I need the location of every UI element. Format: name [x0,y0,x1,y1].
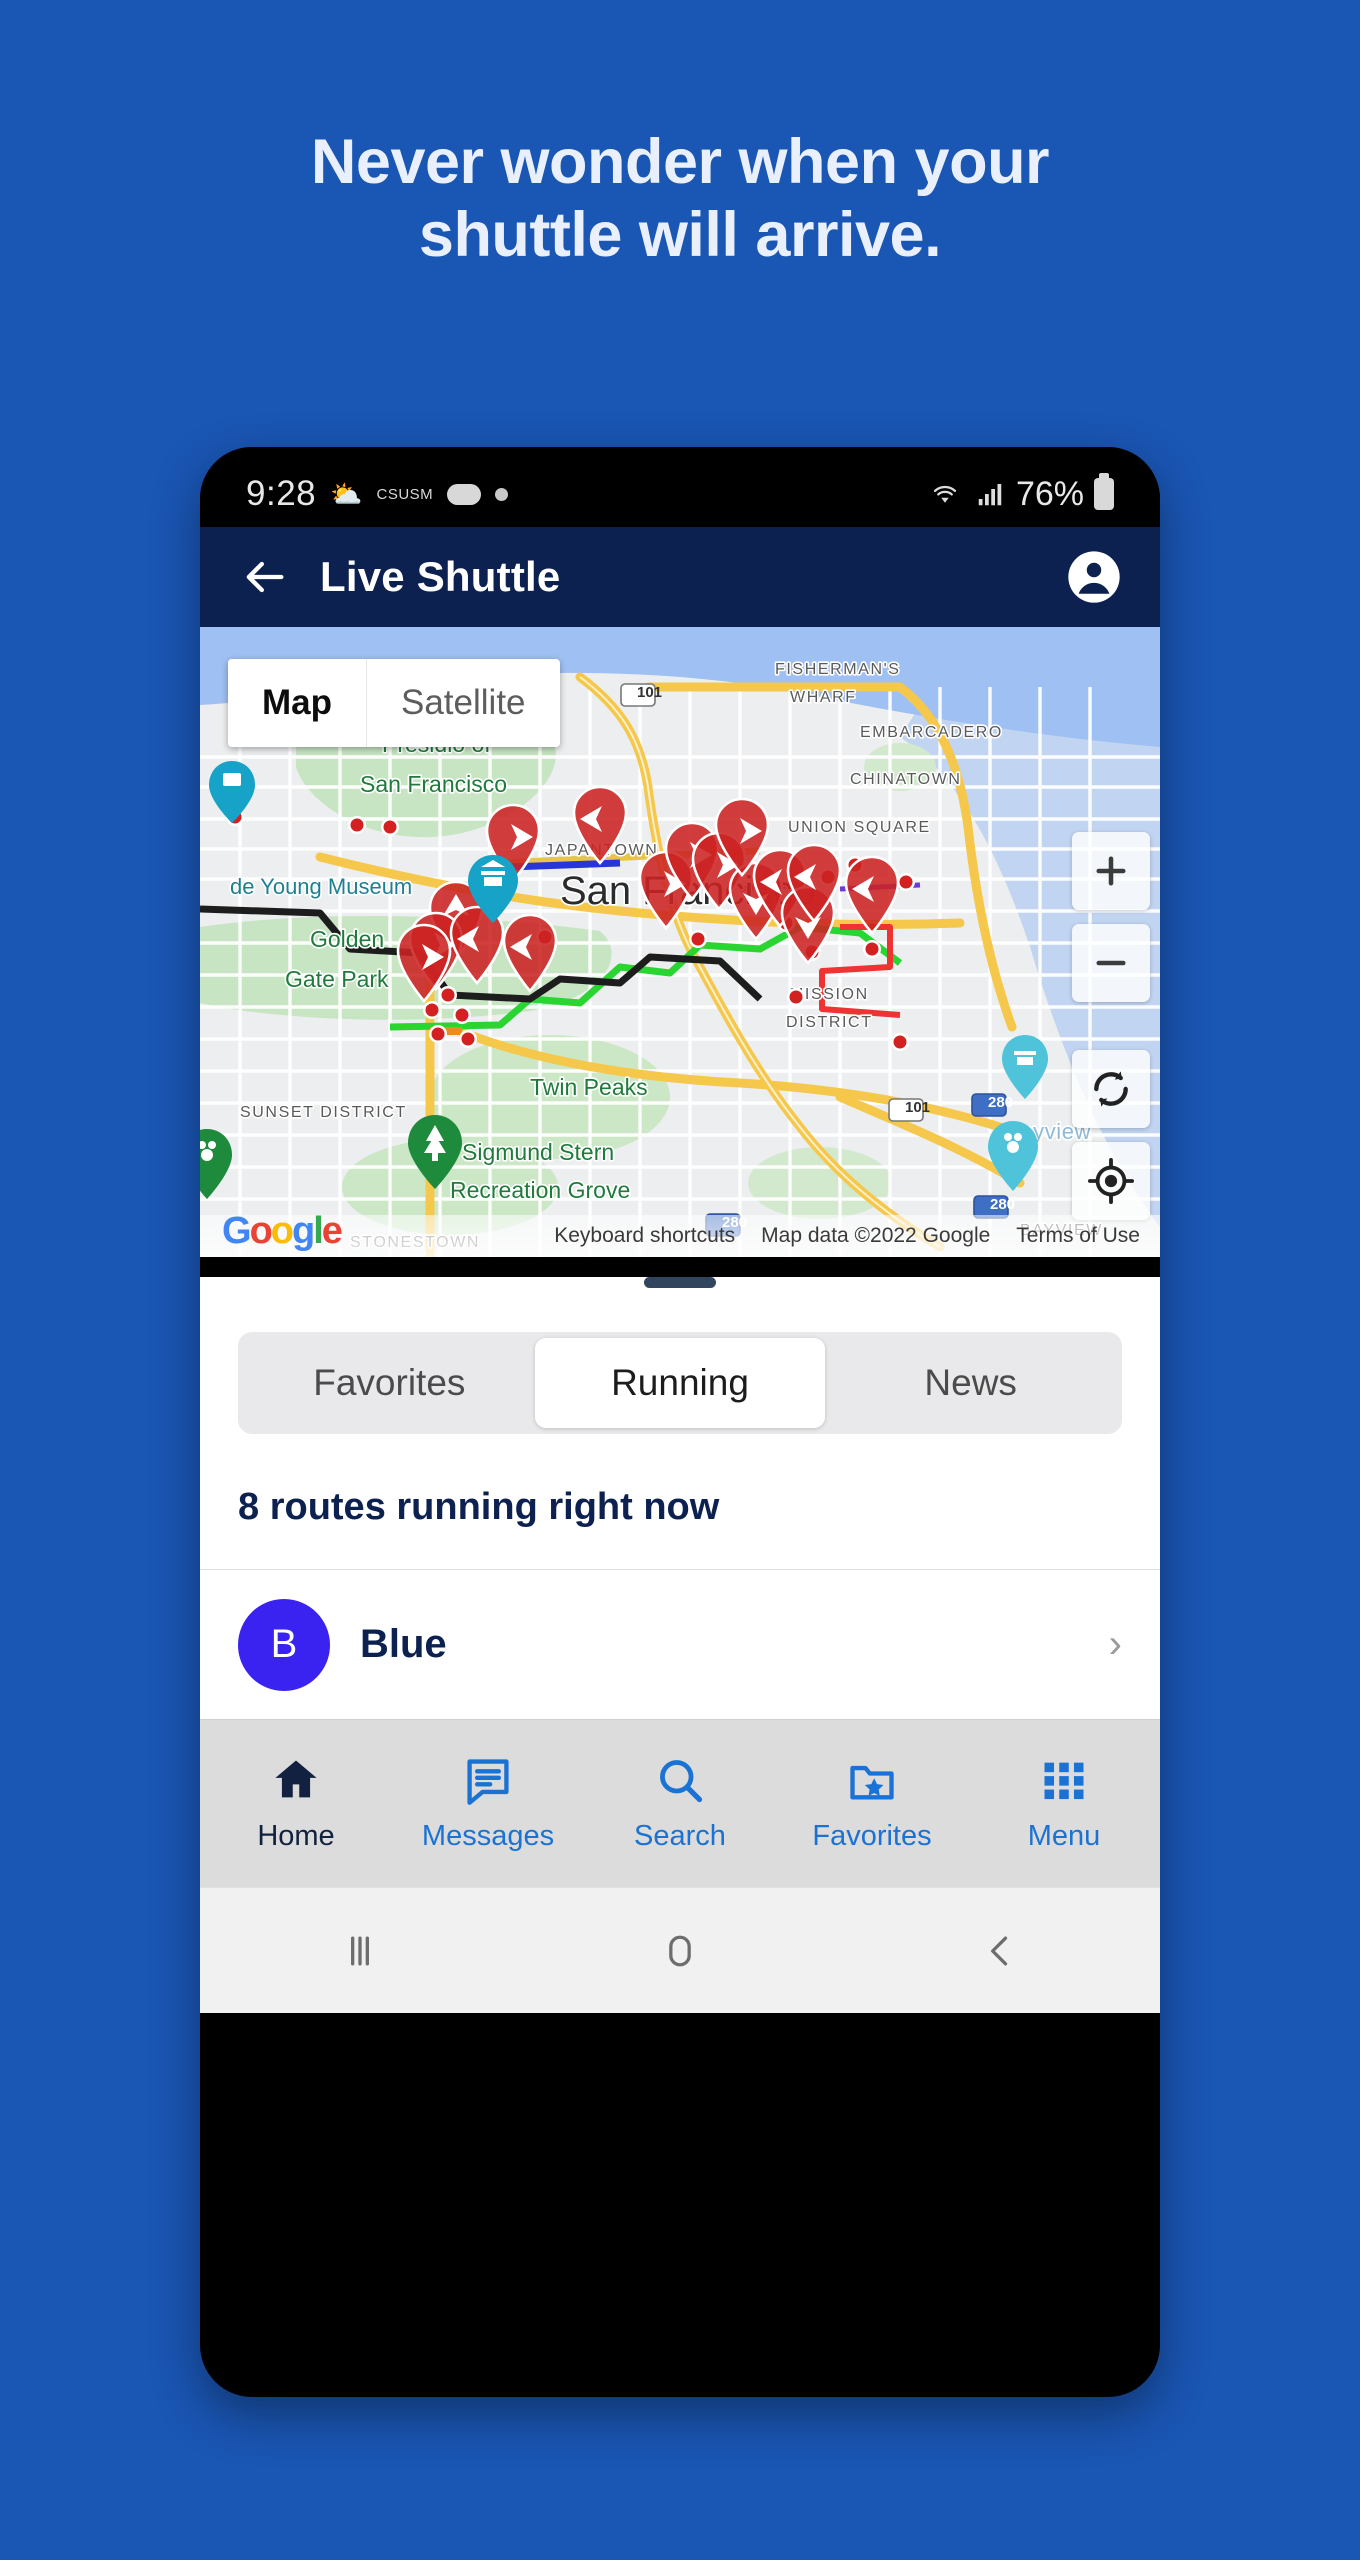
back-arrow-icon[interactable] [238,551,290,603]
bottom-sheet: Favorites Running News 8 routes running … [200,1277,1160,1719]
home-icon [275,1760,317,1798]
back-button[interactable] [840,1929,1160,1973]
phone-mockup: 9:28 ⛅ CSUSM 76% Live Shuttle FISHERMAN'… [200,447,1160,2397]
app-bar: Live Shuttle [200,527,1160,627]
shuttle-marker[interactable] [572,785,628,865]
promo-headline-line1: Never wonder when your [310,127,1050,197]
partly-cloudy-icon: ⛅ [330,479,363,509]
account-circle-icon[interactable] [1066,549,1122,605]
nav-label-search: Search [634,1820,726,1852]
notification-dot-icon [495,487,509,501]
grid-menu-icon [1044,1762,1084,1800]
map-stop-dot[interactable] [350,818,364,832]
map-stop-dot[interactable] [899,875,913,889]
zoom-in-button[interactable] [1072,832,1150,910]
messages-icon [467,1759,509,1805]
nav-item-messages[interactable]: Messages [392,1754,584,1853]
recents-button[interactable] [200,1929,520,1973]
sheet-drag-handle[interactable] [644,1277,716,1288]
nav-item-home[interactable]: Home [200,1754,392,1853]
my-location-button[interactable] [1072,1142,1150,1220]
route-badge: B [238,1598,330,1691]
terms-of-use-link[interactable]: Terms of Use [1016,1224,1140,1248]
map-stop-dot[interactable] [383,820,397,834]
nav-label-menu: Menu [1027,1820,1101,1852]
poi-pin-museum-right [1002,1035,1048,1099]
map-type-satellite[interactable]: Satellite [366,659,560,747]
poi-pin-tree [408,1115,462,1189]
map-type-toggle[interactable]: Map Satellite [228,659,560,747]
map-stop-dot[interactable] [431,1027,445,1041]
map-stop-dot[interactable] [789,990,803,1004]
map-stop-dot[interactable] [865,942,879,956]
recents-icon [351,1936,369,1965]
home-square-icon [669,1935,691,1966]
search-icon [660,1760,703,1803]
system-navigation-bar [200,1887,1160,2013]
map-stop-dot[interactable] [893,1035,907,1049]
status-bar-carrier: CSUSM [376,485,434,503]
nav-item-menu[interactable]: Menu [968,1754,1160,1853]
map-type-map[interactable]: Map [228,659,366,747]
notification-pill-icon [447,483,482,505]
sheet-tabs: Favorites Running News [238,1332,1122,1434]
routes-heading: 8 routes running right now [238,1486,720,1528]
poi-pin-paw-left [200,1129,232,1199]
bottom-navigation: Home Messages Search Favorites Menu [200,1719,1160,1887]
page-title: Live Shuttle [320,553,561,600]
nav-label-favorites: Favorites [812,1820,932,1852]
nav-label-home: Home [257,1820,335,1852]
wifi-icon [933,486,957,503]
map-data-label: Map data ©2022 Google [761,1224,991,1247]
map-stop-dot[interactable] [691,932,705,946]
shuttle-marker[interactable] [502,913,558,993]
map-stop-dot[interactable] [425,1003,439,1017]
poi-pin-paw-right [988,1121,1038,1191]
promo-headline-line2: shuttle will arrive. [418,200,942,271]
route-name: Blue [360,1622,447,1666]
home-button[interactable] [520,1929,840,1973]
google-logo: Google [222,1210,343,1252]
tab-news[interactable]: News [825,1338,1116,1428]
status-bar-clock: 9:28 [246,474,317,513]
shuttle-marker[interactable] [844,855,900,935]
nav-item-search[interactable]: Search [584,1754,776,1853]
favorites-folder-icon [850,1765,894,1800]
battery-icon [1094,473,1114,510]
map-attribution-bar: Keyboard shortcuts Map data ©2022 Google… [200,1215,1160,1257]
map-stop-dot[interactable] [461,1032,475,1046]
route-row-blue[interactable]: B Blue › [200,1569,1160,1719]
nav-label-messages: Messages [421,1820,555,1852]
map-view[interactable]: FISHERMAN'S WHARF EMBARCADERO CHINATOWN UNIO… [200,627,1160,1257]
tab-favorites[interactable]: Favorites [244,1338,535,1428]
chevron-right-icon: › [1108,1622,1122,1666]
battery-percent-label: 76% [1015,474,1084,513]
map-controls [1072,832,1150,1234]
promo-headline: Never wonder when your shuttle will arri… [0,126,1360,272]
refresh-button[interactable] [1072,1050,1150,1128]
tab-running[interactable]: Running [534,1338,826,1428]
back-chevron-icon [991,1936,1008,1965]
zoom-out-button[interactable] [1072,924,1150,1002]
poi-pin-camera [209,761,255,823]
map-stop-dot[interactable] [441,988,455,1002]
keyboard-shortcuts-link[interactable]: Keyboard shortcuts [554,1224,735,1248]
status-bar: 9:28 ⛅ CSUSM 76% [200,447,1160,527]
cellular-signal-icon [978,484,1002,506]
map-stop-dot[interactable] [455,1008,469,1022]
nav-item-favorites[interactable]: Favorites [776,1754,968,1853]
